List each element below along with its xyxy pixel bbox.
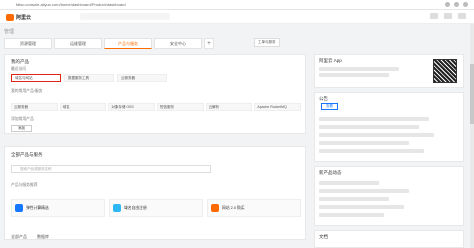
service-sms[interactable]: 短信服务 bbox=[157, 103, 204, 111]
browser-controls bbox=[445, 2, 468, 7]
ticket-button[interactable]: 工单与服务 bbox=[254, 38, 280, 47]
menu-icon[interactable] bbox=[463, 2, 468, 7]
services-label: 我的常用产品/服务 bbox=[11, 89, 43, 93]
notice-line[interactable] bbox=[319, 149, 424, 153]
news-line[interactable] bbox=[319, 189, 409, 193]
tab-resource[interactable]: 资源管理 bbox=[4, 38, 52, 49]
news-title: 新产品动态 bbox=[319, 170, 342, 175]
compute-icon bbox=[15, 204, 23, 212]
tab-bar: 资源管理 运维管理 产品与服务 安全中心 + bbox=[4, 38, 214, 49]
domain-icon bbox=[113, 204, 121, 212]
app-title: 阿里云 App bbox=[319, 58, 342, 63]
service-dns[interactable]: 云解析 bbox=[205, 103, 253, 111]
brand-name: 阿里云 bbox=[16, 14, 32, 21]
recent-items: 域名与网站 数据服务工具 云服务器 bbox=[11, 74, 167, 82]
logo[interactable]: 阿里云 bbox=[6, 13, 32, 21]
add-tab-button[interactable]: + bbox=[204, 38, 214, 49]
promo-text: 域名自由注册 bbox=[124, 205, 147, 210]
my-products-card: 我的产品 最近访问 域名与网站 数据服务工具 云服务器 我的常用产品/服务 云服… bbox=[4, 54, 306, 134]
all-products-card: 全部产品与服务 搜索产品或服务名称 产品与服务推荐 弹性计算精选 域名自由注册 … bbox=[4, 146, 306, 240]
add-label: 添加常用产品 bbox=[11, 117, 34, 121]
tab-actions: 工单与服务 bbox=[254, 38, 280, 47]
promo-text: 网站 2.0 购买 bbox=[222, 205, 245, 210]
news-line[interactable] bbox=[319, 213, 384, 217]
news-card: 新产品动态 bbox=[314, 166, 464, 226]
news-line[interactable] bbox=[319, 181, 379, 185]
recent-label: 最近访问 bbox=[11, 67, 27, 71]
qr-code-icon bbox=[433, 59, 457, 83]
notice-card: 公告 查看 bbox=[314, 92, 464, 162]
text-line bbox=[319, 73, 389, 77]
service-oss[interactable]: 对象存储 OSS bbox=[108, 103, 156, 111]
add-product-button[interactable]: 添加 bbox=[11, 125, 32, 132]
all-products-title: 全部产品与服务 bbox=[11, 152, 43, 157]
service-rocketmq[interactable]: Apache RocketMQ bbox=[254, 103, 302, 111]
services-row: 云服务器 域名 对象存储 OSS 短信服务 云解析 Apache RocketM… bbox=[11, 103, 302, 111]
global-search[interactable] bbox=[80, 13, 170, 20]
promo-text: 弹性计算精选 bbox=[26, 205, 49, 210]
service-domain[interactable]: 域名 bbox=[59, 103, 107, 111]
product-search-input[interactable]: 搜索产品或服务名称 bbox=[11, 165, 211, 173]
browser-bar: fdiso.console.aliyun.com/home/dashboard/… bbox=[0, 0, 474, 10]
tab-ops[interactable]: 运维管理 bbox=[54, 38, 102, 49]
docs-card: 文档 bbox=[314, 230, 464, 248]
promo-card[interactable]: 域名自由注册 bbox=[109, 199, 203, 217]
top-navigation: 阿里云 bbox=[0, 10, 474, 24]
website-icon bbox=[211, 204, 219, 212]
notice-line[interactable] bbox=[319, 141, 409, 145]
tab-database[interactable]: 数据库 bbox=[37, 234, 49, 240]
notification-icon[interactable] bbox=[430, 13, 438, 19]
notice-button[interactable]: 查看 bbox=[321, 103, 338, 110]
tab-security[interactable]: 安全中心 bbox=[154, 38, 202, 49]
page-scrollbar[interactable] bbox=[470, 24, 474, 248]
help-icon[interactable] bbox=[444, 13, 452, 19]
extension-icon[interactable] bbox=[445, 2, 450, 7]
scrollbar-thumb[interactable] bbox=[470, 64, 474, 124]
news-line[interactable] bbox=[319, 197, 389, 201]
recent-item-ecs[interactable]: 云服务器 bbox=[117, 74, 167, 82]
tab-all-products[interactable]: 全部产品 bbox=[11, 234, 27, 240]
category-tabs: 全部产品 数据库 bbox=[11, 234, 49, 240]
notice-line[interactable] bbox=[319, 125, 419, 129]
recommend-title: 产品与服务推荐 bbox=[11, 183, 38, 187]
promo-card[interactable]: 弹性计算精选 bbox=[11, 199, 105, 217]
promo-card[interactable]: 网站 2.0 购买 bbox=[207, 199, 301, 217]
breadcrumb: 管理 bbox=[4, 29, 15, 35]
notice-line[interactable] bbox=[319, 117, 429, 121]
url-text[interactable]: fdiso.console.aliyun.com/home/dashboard/… bbox=[16, 2, 126, 7]
service-ecs[interactable]: 云服务器 bbox=[11, 103, 58, 111]
user-avatar[interactable] bbox=[458, 13, 466, 19]
text-line bbox=[319, 67, 399, 71]
news-line[interactable] bbox=[319, 205, 404, 209]
notice-line[interactable] bbox=[319, 133, 434, 137]
brand-logo-icon bbox=[6, 13, 14, 21]
section-title: 我的产品 bbox=[11, 59, 29, 64]
promo-row: 弹性计算精选 域名自由注册 网站 2.0 购买 bbox=[11, 199, 301, 217]
recent-item-data[interactable]: 数据服务工具 bbox=[64, 74, 114, 82]
notice-title: 公告 bbox=[319, 96, 328, 101]
recent-item-domain[interactable]: 域名与网站 bbox=[11, 74, 61, 82]
tab-products[interactable]: 产品与服务 bbox=[104, 38, 152, 49]
docs-title: 文档 bbox=[319, 234, 328, 239]
nav-actions bbox=[430, 13, 466, 19]
app-card: 阿里云 App bbox=[314, 54, 464, 88]
profile-icon[interactable] bbox=[454, 2, 459, 7]
